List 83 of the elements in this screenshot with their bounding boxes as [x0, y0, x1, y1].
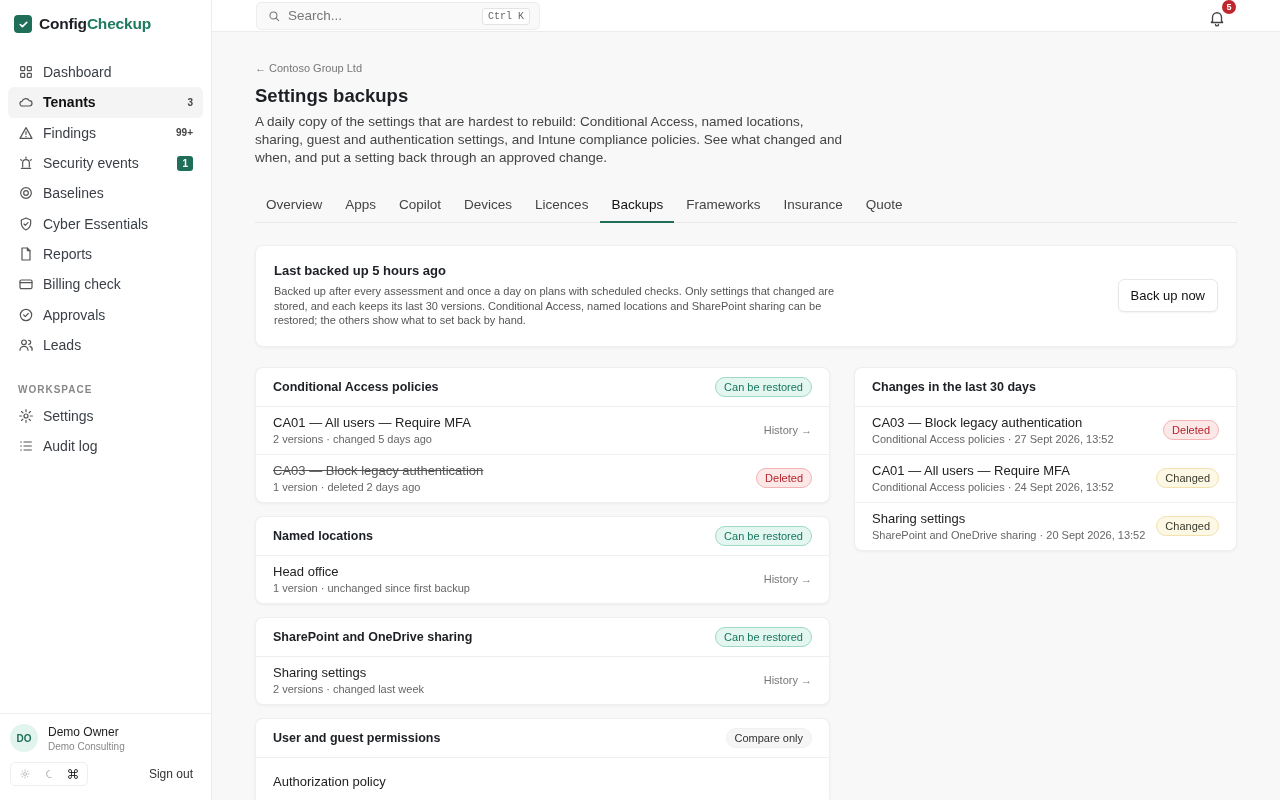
tab[interactable]: Quote: [854, 187, 914, 223]
moon-icon: [43, 768, 55, 780]
history-link[interactable]: History →: [763, 424, 812, 436]
nav-item[interactable]: Settings: [8, 400, 203, 432]
logo-icon: [14, 15, 32, 33]
backup-status-title: Last backed up 5 hours ago: [274, 263, 447, 278]
change-name: CA03 — Block legacy authentication: [872, 415, 1084, 430]
status-badge: Deleted: [1163, 420, 1219, 440]
setting-name: Head office: [273, 564, 340, 579]
nav-item[interactable]: Cyber Essentials: [8, 208, 203, 239]
notification-count: 5: [1222, 0, 1236, 14]
status-badge: Can be restored: [715, 525, 812, 546]
status-badge: Can be restored: [715, 626, 812, 647]
page-description: A daily copy of the settings that are hardest to rebuild: Conditional Access, named locations, sharing, guest and authentication settings, and Intune compliance policies. See what changed and when, and put a setting back through an approved change.: [255, 113, 843, 167]
card-title: Conditional Access policies: [273, 379, 439, 394]
setting-name: Authorization policy: [273, 773, 386, 789]
notifications-button[interactable]: 5: [1204, 0, 1236, 31]
count-label: 3: [187, 96, 193, 108]
tab[interactable]: Licences: [524, 187, 600, 223]
setting-details: 2 versions · changed 5 days ago: [273, 433, 433, 445]
warning-icon: [18, 124, 34, 141]
shield-icon: [18, 215, 34, 232]
setting-name: CA03 — Block legacy authentication: [273, 463, 484, 478]
check-circle-icon: [18, 306, 34, 323]
avatar: DO: [10, 724, 38, 752]
setting-name: Sharing settings: [273, 665, 368, 680]
document-icon: [18, 245, 34, 262]
sign-out-button[interactable]: Sign out: [142, 766, 201, 782]
status-badge: Changed: [1156, 516, 1219, 536]
change-name: CA01 — All users — Require MFA: [872, 463, 1071, 478]
bell-icon: [1208, 9, 1226, 27]
siren-icon: [18, 155, 34, 172]
setting-name: CA01 — All users — Require MFA: [273, 415, 471, 430]
nav-item[interactable]: Audit log: [8, 431, 203, 462]
settings-icon: [18, 408, 34, 425]
nav-item[interactable]: Baselines: [8, 178, 203, 209]
change-details: Conditional Access policies · 27 Sept 2026, 13:52: [872, 433, 1114, 445]
nav-item[interactable]: Security events 1: [8, 147, 203, 179]
command-icon: [67, 768, 79, 780]
nav-item[interactable]: Billing check: [8, 269, 203, 300]
target-icon: [18, 185, 34, 202]
people-icon: [18, 336, 34, 353]
sun-icon: [19, 768, 31, 780]
change-name: Sharing settings: [872, 511, 967, 526]
card-title: Named locations: [273, 528, 374, 543]
nav-item[interactable]: Tenants 3: [8, 87, 203, 118]
tab[interactable]: Insurance: [772, 187, 854, 223]
change-details: SharePoint and OneDrive sharing · 20 Sept 2026, 13:52: [872, 529, 1146, 541]
card-title: Changes in the last 30 days: [872, 379, 1036, 394]
history-link[interactable]: History →: [763, 674, 812, 686]
change-details: Conditional Access policies · 24 Sept 2026, 13:52: [872, 481, 1114, 493]
setting-details: 1 version · unchanged since first backup: [273, 582, 470, 594]
card-title: SharePoint and OneDrive sharing: [273, 629, 473, 644]
count-badge: 1: [177, 155, 193, 171]
grid-icon: [18, 64, 34, 81]
tab[interactable]: Apps: [334, 187, 388, 223]
setting-details: 1 version · deleted 2 days ago: [273, 481, 422, 493]
nav-item[interactable]: Reports: [8, 238, 203, 270]
status-badge: Changed: [1156, 468, 1219, 488]
backup-status-text: Backed up after every assessment and once a day on plans with scheduled checks. Only settings that changed are stored, and each keeps its last 30 versions. Conditional Access, named locations and SharePoint sharing can be restored; the others show what to set back by hand.: [274, 284, 836, 328]
nav-item[interactable]: Approvals: [8, 299, 203, 330]
tab[interactable]: Copilot: [388, 187, 453, 223]
section-heading: WORKSPACE: [17, 382, 94, 397]
setting-details: 2 versions · changed last week: [273, 683, 425, 695]
user-name: Demo Owner: [48, 724, 120, 739]
search-icon: [267, 8, 281, 23]
page-title: Settings backups: [255, 85, 410, 107]
nav-item[interactable]: Findings 99+: [8, 117, 203, 148]
back-up-now-button[interactable]: Back up now: [1117, 278, 1218, 312]
history-link[interactable]: History →: [763, 573, 812, 585]
tab[interactable]: Overview: [255, 187, 334, 223]
count-label: 99+: [176, 127, 193, 139]
nav-item[interactable]: Leads: [8, 329, 203, 360]
status-badge: Can be restored: [715, 376, 812, 397]
tab[interactable]: Backups: [600, 187, 675, 223]
nav-item[interactable]: Dashboard: [8, 57, 203, 88]
logo-text: ConfigCheckup: [39, 15, 151, 33]
card-title: User and guest permissions: [273, 730, 441, 745]
status-badge: Deleted: [756, 468, 812, 488]
tab[interactable]: Frameworks: [675, 187, 772, 223]
tab[interactable]: Devices: [453, 187, 524, 223]
organization-name: Demo Consulting: [48, 740, 125, 752]
breadcrumb-link[interactable]: ← Contoso Group Ltd: [255, 62, 362, 74]
